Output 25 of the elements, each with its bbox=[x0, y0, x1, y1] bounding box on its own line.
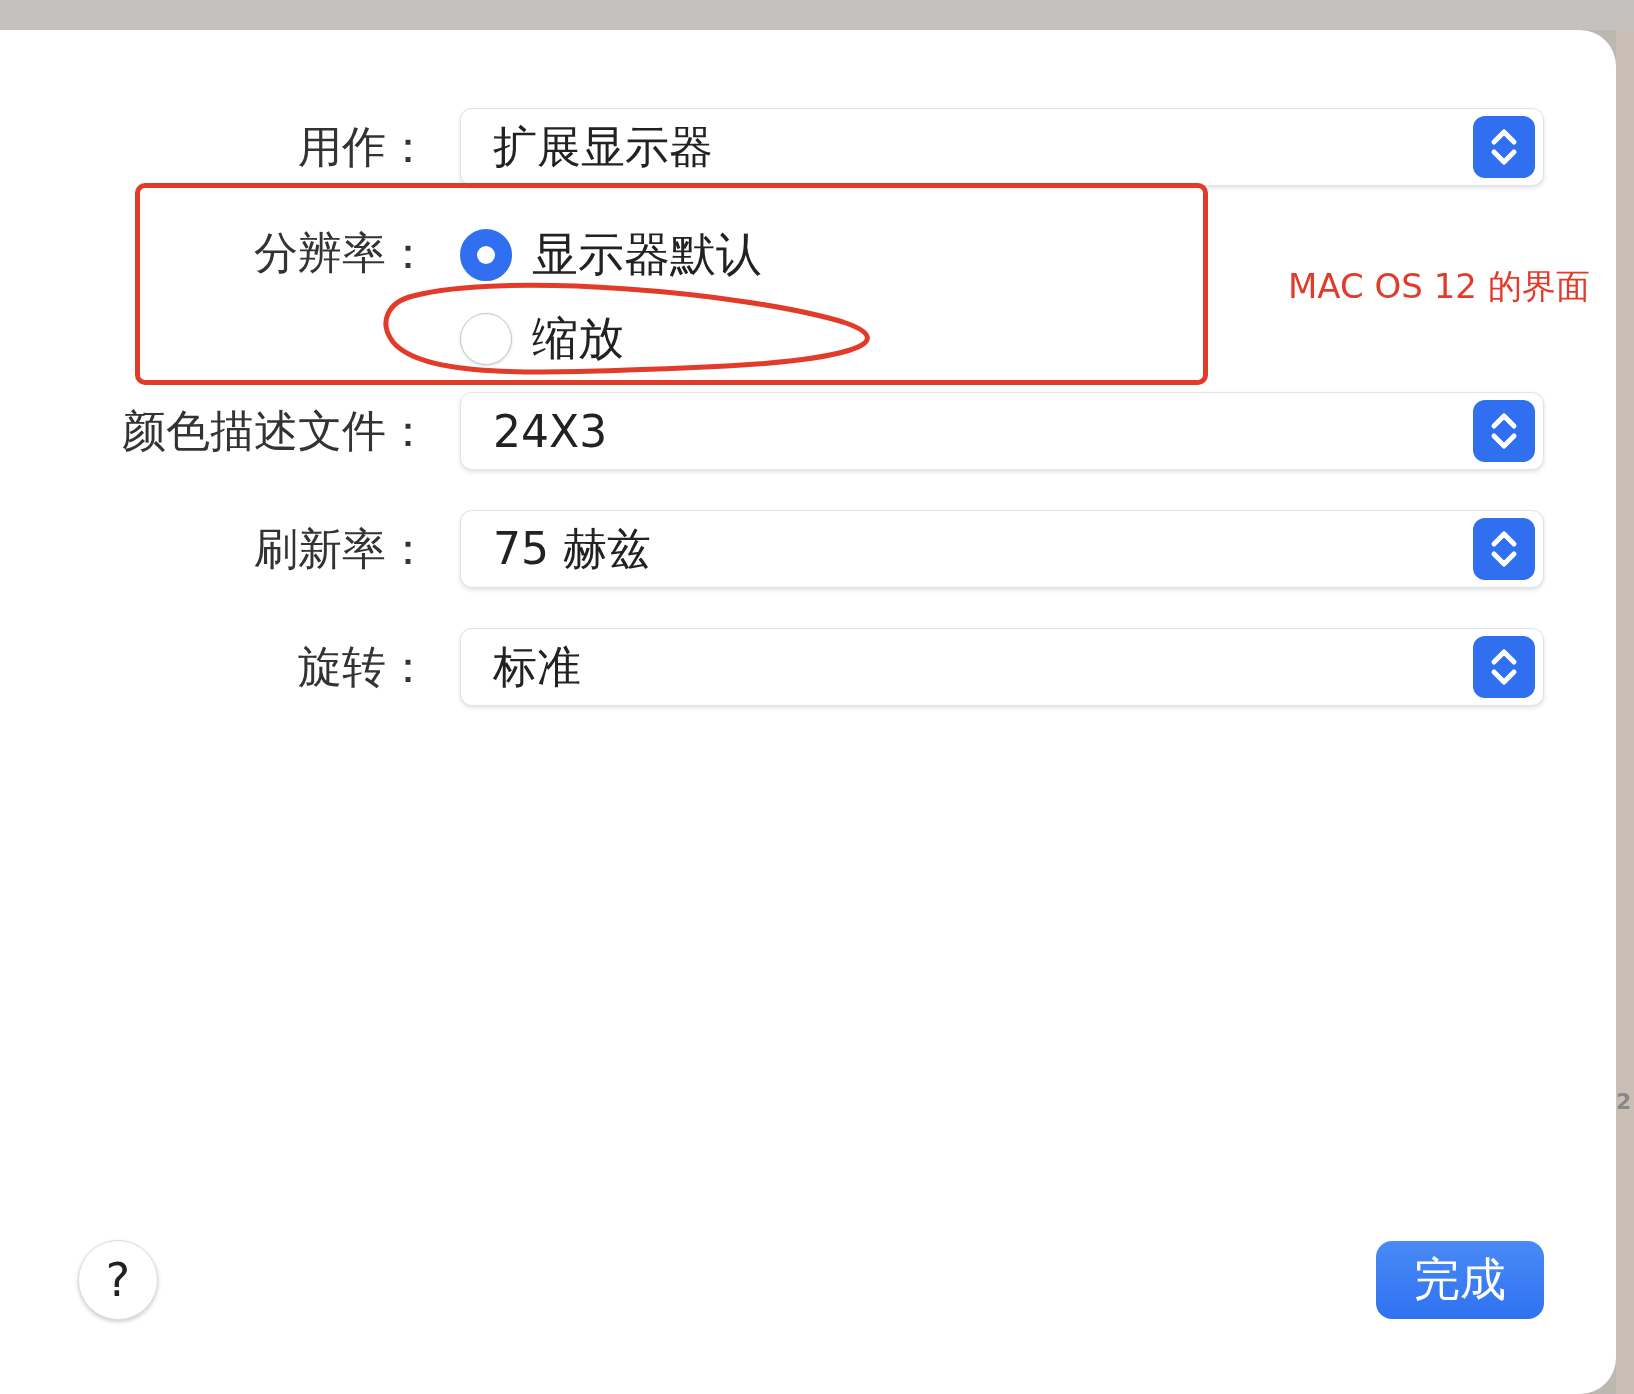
select-value: 75 赫兹 bbox=[493, 521, 651, 576]
radio-button[interactable] bbox=[460, 229, 512, 281]
select-value: 24X3 bbox=[493, 405, 608, 457]
field-label: 用作： bbox=[297, 119, 430, 174]
field-label: 刷新率： bbox=[253, 521, 430, 576]
field-label: 分辨率： bbox=[253, 226, 430, 280]
stepper-icon[interactable] bbox=[1473, 636, 1535, 698]
popup-select[interactable]: 75 赫兹 bbox=[460, 510, 1544, 588]
radio-label[interactable]: 缩放 bbox=[532, 308, 624, 370]
radio-label[interactable]: 显示器默认 bbox=[532, 224, 762, 286]
stepper-icon[interactable] bbox=[1473, 400, 1535, 462]
select-value: 扩展显示器 bbox=[493, 119, 713, 174]
field-label: 颜色描述文件： bbox=[121, 403, 430, 458]
stepper-icon[interactable] bbox=[1473, 518, 1535, 580]
select-value: 标准 bbox=[493, 639, 581, 694]
popup-select[interactable]: 标准 bbox=[460, 628, 1544, 706]
popup-select[interactable]: 24X3 bbox=[460, 392, 1544, 470]
radio-button[interactable] bbox=[460, 313, 512, 365]
annotation-note: MAC OS 12 的界面 bbox=[1288, 265, 1590, 308]
popup-select[interactable]: 扩展显示器 bbox=[460, 108, 1544, 186]
background-text: 2 bbox=[1616, 1091, 1632, 1113]
field-label: 旋转： bbox=[297, 639, 430, 694]
stepper-icon[interactable] bbox=[1473, 116, 1535, 178]
done-button[interactable]: 完成 bbox=[1376, 1241, 1544, 1319]
help-button[interactable]: ? bbox=[78, 1240, 158, 1320]
